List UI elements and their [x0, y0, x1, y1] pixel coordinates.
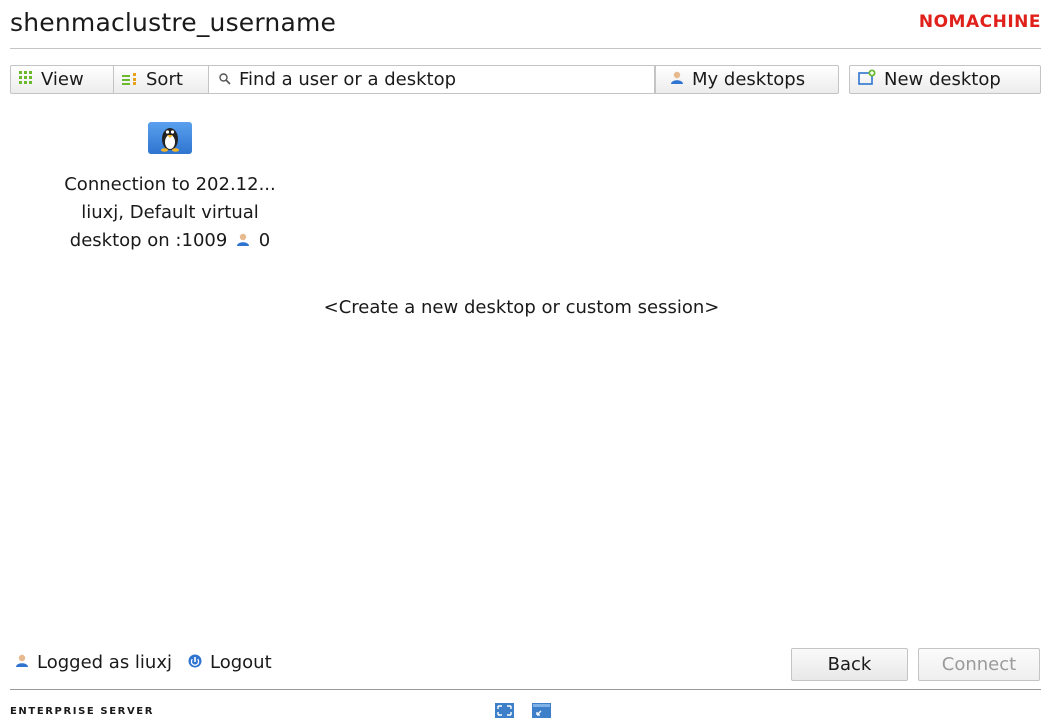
new-desktop-icon [858, 69, 876, 90]
header: shenmaclustre_username NOMACHINE [10, 6, 1041, 46]
session-line-2: liuxj, Default virtual [81, 202, 259, 223]
minimize-window-icon[interactable] [532, 703, 551, 718]
user-icon [15, 652, 29, 673]
linux-tux-icon[interactable] [148, 122, 192, 154]
power-icon [188, 652, 202, 673]
session-item[interactable]: Connection to 202.12... liuxj, Default v… [30, 122, 310, 256]
footer-bar: Logged as liuxj Logout Back Connect [10, 648, 1041, 682]
session-display: desktop on :1009 [69, 230, 228, 251]
brand-logo: NOMACHINE [918, 12, 1041, 32]
session-line-3: desktop on :1009 0 [30, 227, 310, 256]
create-desktop-link[interactable]: <Create a new desktop or custom session> [0, 297, 1043, 318]
header-divider [10, 48, 1041, 49]
logged-as: Logged as liuxj [15, 652, 172, 673]
sort-button[interactable]: Sort [114, 65, 209, 94]
back-button[interactable]: Back [791, 648, 908, 681]
my-desktops-button[interactable]: My desktops [655, 65, 839, 94]
search-input[interactable] [239, 69, 619, 90]
view-button-label: View [41, 69, 84, 90]
my-desktops-label: My desktops [692, 69, 806, 90]
search-box [209, 65, 655, 94]
new-desktop-label: New desktop [884, 69, 1001, 90]
page-title: shenmaclustre_username [10, 8, 337, 37]
bottom-icons [495, 703, 569, 718]
session-label: Connection to 202.12... liuxj, Default v… [30, 171, 310, 256]
toolbar: View Sort Find a user or a desktop My de… [10, 65, 1041, 96]
search-icon [219, 69, 231, 90]
footer-divider [10, 689, 1041, 690]
logout-label: Logout [210, 652, 272, 673]
user-count-icon [236, 228, 250, 256]
user-icon [670, 69, 684, 90]
logout-link[interactable]: Logout [188, 652, 272, 673]
sort-icon [122, 69, 138, 90]
logged-as-label: Logged as liuxj [37, 652, 172, 673]
view-button[interactable]: View [10, 65, 114, 94]
nomachine-window: shenmaclustre_username NOMACHINE View So… [0, 0, 1043, 720]
grid-icon [19, 69, 33, 90]
connect-button[interactable]: Connect [918, 648, 1040, 681]
new-desktop-button[interactable]: New desktop [849, 65, 1041, 94]
sort-button-label: Sort [146, 69, 183, 90]
fullscreen-icon[interactable] [495, 703, 514, 718]
user-count: 0 [258, 230, 271, 251]
footer-status: Logged as liuxj Logout [15, 652, 288, 673]
session-line-1: Connection to 202.12... [64, 174, 276, 195]
edition-label: ENTERPRISE SERVER [10, 706, 155, 717]
